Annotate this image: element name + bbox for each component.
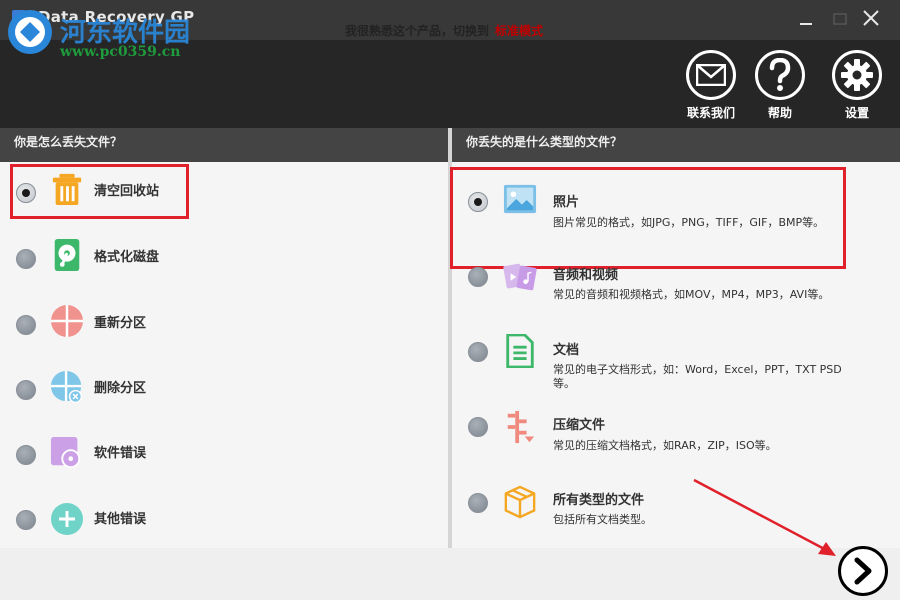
option-desc-document: 常见的电子文档形式，如：Word，Excel，PPT，TXT PSD等。 [553,363,842,390]
minimize-icon[interactable] [792,6,822,32]
contact-us-button[interactable]: 联系我们 [681,50,741,121]
next-button[interactable] [838,546,888,596]
partition-icon [51,305,83,337]
option-label-archive: 压缩文件 [553,418,606,433]
option-label-software-error: 软件错误 [94,446,147,461]
help-label: 帮助 [767,106,792,120]
loss-reason-heading: 你是怎么丢失文件？ [0,128,448,162]
radio-software-error[interactable] [16,445,36,465]
option-label-other-errors: 其他错误 [94,512,147,527]
option-label-format-disk: 格式化磁盘 [94,250,160,265]
option-label-all-types: 所有类型的文件 [553,493,645,508]
loss-reason-panel [0,162,448,548]
watermark-url: www.pc0359.cn [60,44,181,60]
option-label-delete-partition: 删除分区 [94,381,147,396]
close-icon[interactable] [856,6,886,32]
maximize-icon[interactable] [826,6,856,32]
annotation-arrow [693,478,836,556]
option-label-audio-video: 音频和视频 [553,268,619,283]
option-desc-archive: 常见的压缩文档格式，如RAR，ZIP，ISO等。 [553,439,777,452]
radio-delete-partition[interactable] [16,380,36,400]
settings-button[interactable]: 设置 [827,50,887,121]
radio-audio-video[interactable] [468,267,488,287]
radio-all-types[interactable] [468,493,488,513]
mail-icon [696,64,726,86]
delete-partition-icon [50,370,83,404]
file-type-heading: 你丢失的是什么类型的文件？ [452,128,900,162]
media-icon [503,263,537,291]
software-error-icon [50,436,81,469]
radio-repartition[interactable] [16,315,36,335]
highlight-box-left [10,164,189,219]
archive-icon [507,410,535,444]
option-label-repartition: 重新分区 [94,316,147,331]
box-icon [504,485,536,519]
disk-icon [54,238,80,272]
radio-format-disk[interactable] [16,249,36,269]
radio-archive[interactable] [468,417,488,437]
footer-prompt: 我很熟悉这个产品，切换到 [345,24,490,38]
option-desc-audio-video: 常见的音频和视频格式，如MOV，MP4，MP3，AVI等。 [553,288,830,301]
footer-text: 我很熟悉这个产品，切换到 标准模式 [345,22,543,39]
standard-mode-link[interactable]: 标准模式 [495,24,543,38]
highlight-box-right [450,167,846,269]
contact-us-label: 联系我们 [686,106,735,120]
settings-label: 设置 [844,106,869,120]
document-icon [506,334,534,368]
chevron-right-icon [854,557,872,585]
question-icon [769,58,791,91]
plus-icon [51,503,83,535]
option-label-document: 文档 [553,343,580,358]
gear-icon [841,59,873,91]
radio-other-errors[interactable] [16,510,36,530]
watermark-logo [8,10,52,54]
help-button[interactable]: 帮助 [750,50,810,121]
radio-document[interactable] [468,342,488,362]
